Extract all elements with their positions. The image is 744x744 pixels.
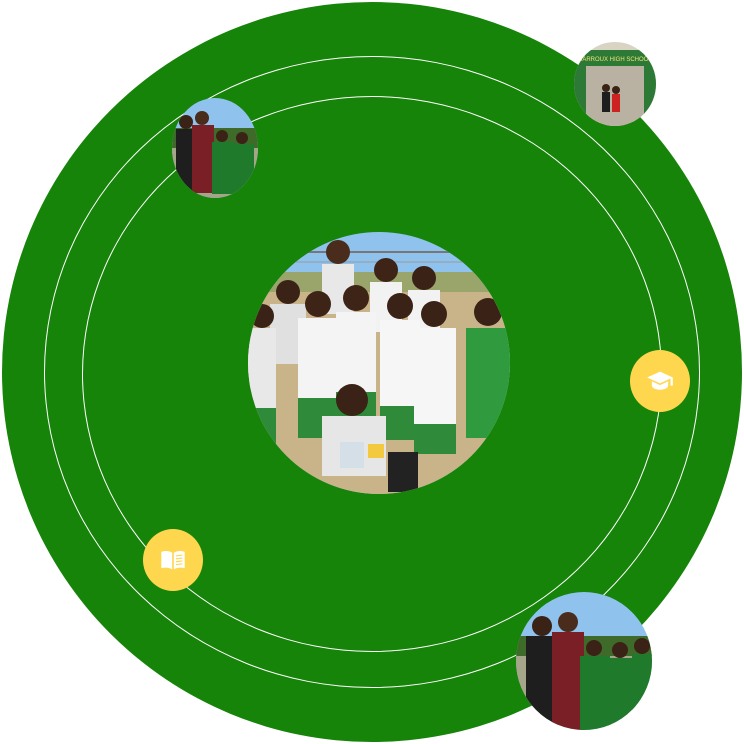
orbit-graphic: BARROUX HIGH SCHOOL <box>0 0 744 744</box>
graduation-badge <box>630 350 690 412</box>
open-book-icon <box>161 551 185 570</box>
officials-students-photo-large <box>516 592 652 730</box>
school-gate-photo: BARROUX HIGH SCHOOL <box>574 42 656 126</box>
gate-sign-text: BARROUX HIGH SCHOOL <box>578 57 652 63</box>
officials-students-photo <box>172 98 258 198</box>
book-badge <box>143 529 203 591</box>
team-photo <box>248 232 510 494</box>
graduation-cap-icon <box>647 371 673 390</box>
